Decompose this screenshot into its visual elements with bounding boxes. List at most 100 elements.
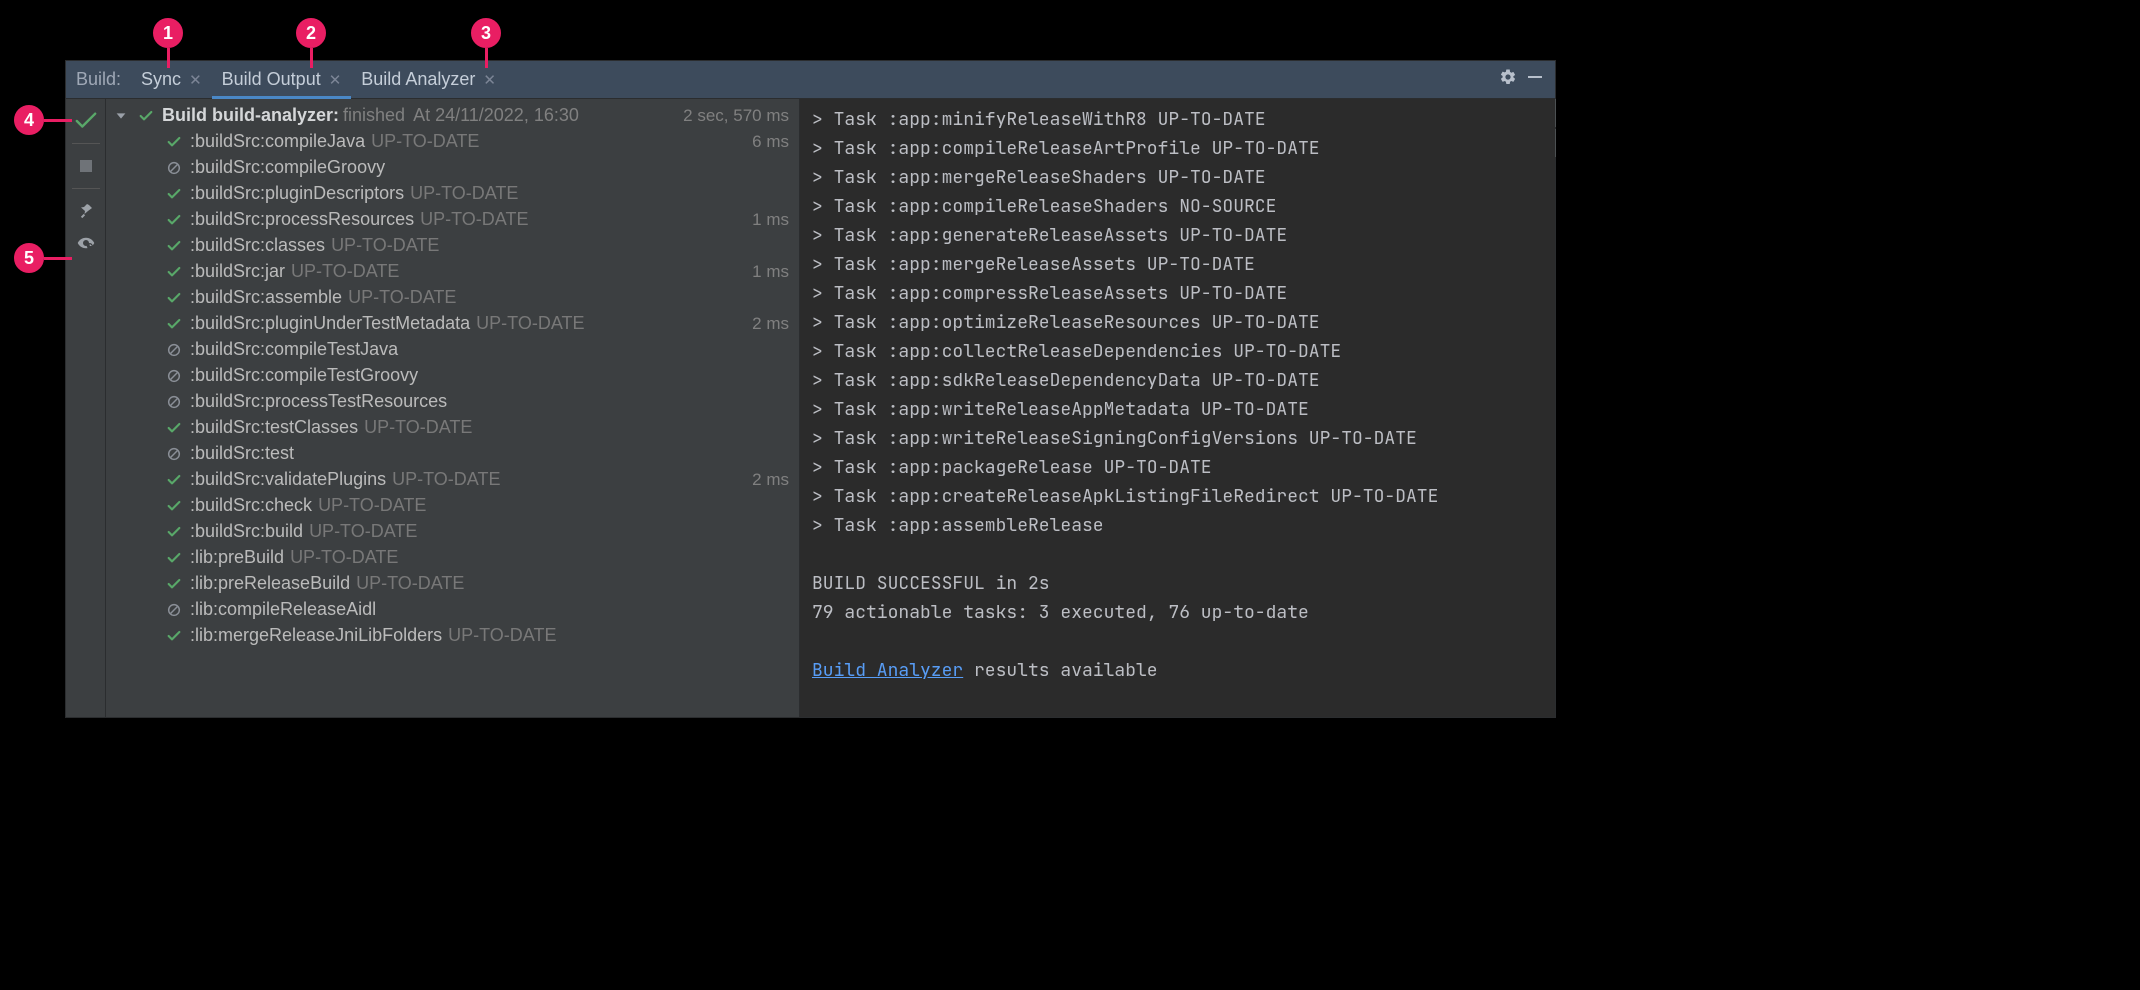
build-tool-window: Build: Sync ✕ Build Output ✕ Build Analy… <box>65 60 1556 718</box>
build-tabbar: Build: Sync ✕ Build Output ✕ Build Analy… <box>66 61 1555 99</box>
task-duration: 2 ms <box>752 470 789 490</box>
build-title: Build build-analyzer: <box>162 105 339 126</box>
pin-icon[interactable] <box>72 197 100 225</box>
task-row[interactable]: :lib:preBuildUP-TO-DATE <box>106 545 799 571</box>
task-name: :buildSrc:pluginDescriptors <box>190 183 404 204</box>
task-row[interactable]: :lib:preReleaseBuild UP-TO-DATE <box>106 571 799 597</box>
tab-label: Build Analyzer <box>361 69 475 90</box>
callout-badge-3: 3 <box>471 18 501 48</box>
task-tag: UP-TO-DATE <box>371 131 479 152</box>
task-tag: UP-TO-DATE <box>392 469 500 490</box>
build-console[interactable]: > Task :app:minifyReleaseWithR8 UP-TO-DA… <box>800 99 1555 717</box>
success-icon <box>136 106 156 126</box>
task-tag: UP-TO-DATE <box>410 183 518 204</box>
task-row[interactable]: :buildSrc:test <box>106 441 799 467</box>
task-row[interactable]: :buildSrc:classesUP-TO-DATE <box>106 233 799 259</box>
callout-leader <box>44 257 72 260</box>
task-tag: UP-TO-DATE <box>420 209 528 230</box>
stop-icon[interactable] <box>72 152 100 180</box>
task-tag: UP-TO-DATE <box>309 521 417 542</box>
skipped-icon <box>164 600 184 620</box>
task-row[interactable]: :buildSrc:jar UP-TO-DATE 1 ms <box>106 259 799 285</box>
task-name: :buildSrc:testClasses <box>190 417 358 438</box>
callout-badge-4: 4 <box>14 105 44 135</box>
build-duration: 2 sec, 570 ms <box>683 106 789 126</box>
build-analyzer-link[interactable]: Build Analyzer <box>812 659 963 682</box>
task-row[interactable]: :buildSrc:assemble UP-TO-DATE <box>106 285 799 311</box>
task-row[interactable]: :buildSrc:processTestResources <box>106 389 799 415</box>
task-name: :lib:preBuild <box>190 547 284 568</box>
task-tag: UP-TO-DATE <box>364 417 472 438</box>
task-row[interactable]: :buildSrc:compileGroovy <box>106 155 799 181</box>
task-name: :buildSrc:assemble <box>190 287 342 308</box>
task-name: :buildSrc:processResources <box>190 209 414 230</box>
task-tag: UP-TO-DATE <box>448 625 556 646</box>
task-name: :lib:mergeReleaseJniLibFolders <box>190 625 442 646</box>
task-name: :buildSrc:jar <box>190 261 285 282</box>
close-icon[interactable]: ✕ <box>483 71 496 89</box>
task-tag: UP-TO-DATE <box>318 495 426 516</box>
success-icon <box>164 210 184 230</box>
task-row[interactable]: :buildSrc:checkUP-TO-DATE <box>106 493 799 519</box>
task-name: :buildSrc:validatePlugins <box>190 469 386 490</box>
success-icon <box>164 418 184 438</box>
task-row[interactable]: :buildSrc:compileTestJava <box>106 337 799 363</box>
task-row[interactable]: :lib:mergeReleaseJniLibFolders UP-TO-DATE <box>106 623 799 649</box>
success-icon <box>164 470 184 490</box>
tab-sync[interactable]: Sync ✕ <box>131 61 212 98</box>
task-name: :lib:preReleaseBuild <box>190 573 350 594</box>
task-row[interactable]: :buildSrc:pluginDescriptors UP-TO-DATE <box>106 181 799 207</box>
close-icon[interactable]: ✕ <box>329 71 342 89</box>
task-name: :buildSrc:pluginUnderTestMetadata <box>190 313 470 334</box>
task-tag: UP-TO-DATE <box>356 573 464 594</box>
task-row[interactable]: :buildSrc:compileTestGroovy <box>106 363 799 389</box>
callout-leader <box>485 48 488 68</box>
task-row[interactable]: :lib:compileReleaseAidl <box>106 597 799 623</box>
skipped-icon <box>164 444 184 464</box>
task-row[interactable]: :buildSrc:pluginUnderTestMetadataUP-TO-D… <box>106 311 799 337</box>
callout-badge-1: 1 <box>153 18 183 48</box>
task-name: :buildSrc:compileJava <box>190 131 365 152</box>
task-row[interactable]: :buildSrc:validatePlugins UP-TO-DATE 2 ms <box>106 467 799 493</box>
task-name: :buildSrc:compileGroovy <box>190 157 385 178</box>
task-row[interactable]: :buildSrc:buildUP-TO-DATE <box>106 519 799 545</box>
view-icon[interactable] <box>72 229 100 257</box>
callout-badge-2: 2 <box>296 18 326 48</box>
success-icon <box>164 574 184 594</box>
tab-build-analyzer[interactable]: Build Analyzer ✕ <box>351 61 506 98</box>
callout-badge-5: 5 <box>14 243 44 273</box>
console-text: results available <box>963 659 1157 682</box>
success-icon <box>164 184 184 204</box>
task-row[interactable]: :buildSrc:compileJava UP-TO-DATE 6 ms <box>106 129 799 155</box>
build-task-tree[interactable]: Build build-analyzer: finished At 24/11/… <box>106 99 800 717</box>
build-root-node[interactable]: Build build-analyzer: finished At 24/11/… <box>106 103 799 129</box>
skipped-icon <box>164 340 184 360</box>
tab-build-output[interactable]: Build Output ✕ <box>212 61 352 98</box>
skipped-icon <box>164 158 184 178</box>
skipped-icon <box>164 392 184 412</box>
success-icon <box>164 626 184 646</box>
task-name: :buildSrc:processTestResources <box>190 391 447 412</box>
callout-leader <box>167 48 170 68</box>
task-tag: UP-TO-DATE <box>291 261 399 282</box>
build-run-icon[interactable] <box>72 107 100 135</box>
chevron-down-icon[interactable] <box>114 107 132 125</box>
minimize-icon[interactable] <box>1527 69 1543 90</box>
close-icon[interactable]: ✕ <box>189 71 202 89</box>
task-duration: 1 ms <box>752 262 789 282</box>
success-icon <box>164 314 184 334</box>
success-icon <box>164 548 184 568</box>
success-icon <box>164 522 184 542</box>
task-tag: UP-TO-DATE <box>348 287 456 308</box>
tab-label: Build Output <box>222 69 321 90</box>
tab-label: Sync <box>141 69 181 90</box>
task-name: :lib:compileReleaseAidl <box>190 599 376 620</box>
task-row[interactable]: :buildSrc:testClasses UP-TO-DATE <box>106 415 799 441</box>
task-duration: 2 ms <box>752 314 789 334</box>
build-status: finished <box>343 105 405 126</box>
settings-icon[interactable] <box>1499 68 1517 91</box>
task-name: :buildSrc:test <box>190 443 294 464</box>
task-name: :buildSrc:compileTestGroovy <box>190 365 418 386</box>
task-row[interactable]: :buildSrc:processResourcesUP-TO-DATE1 ms <box>106 207 799 233</box>
task-duration: 6 ms <box>752 132 789 152</box>
